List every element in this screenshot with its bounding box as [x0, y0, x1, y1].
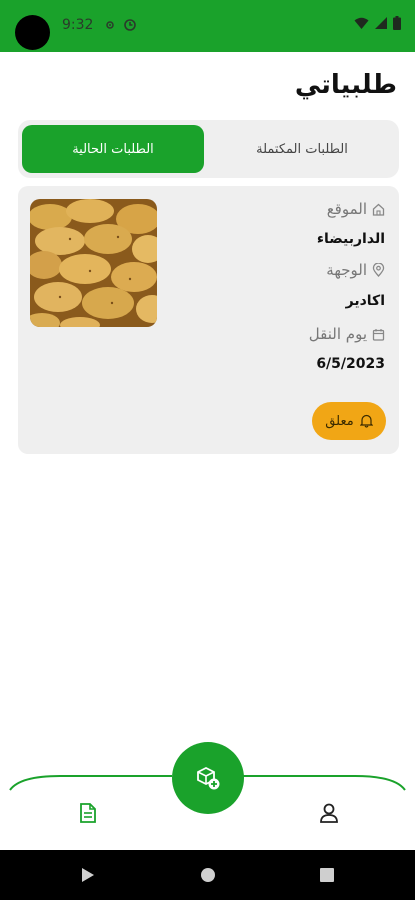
- origin-value: الداربيضاء: [316, 231, 385, 247]
- status-time: 9:32: [62, 17, 94, 33]
- battery-icon: [393, 16, 401, 30]
- recents-icon[interactable]: [320, 868, 334, 882]
- wifi-icon: [354, 17, 369, 29]
- home-icon: [372, 203, 385, 216]
- status-bar: 9:32: [0, 0, 415, 52]
- origin-value-row: الداربيضاء: [317, 231, 385, 247]
- status-text: معلق: [325, 413, 354, 429]
- bell-icon: [359, 414, 373, 428]
- destination-row: الوجهة: [326, 261, 385, 279]
- origin-row: الموقع: [327, 200, 385, 218]
- home-button-icon[interactable]: [201, 868, 215, 882]
- tab-current-orders[interactable]: الطلبات الحالية: [22, 125, 204, 173]
- settings-status-icon: [106, 21, 114, 29]
- document-icon: [80, 803, 96, 823]
- product-image: [30, 199, 157, 327]
- orders-nav-button[interactable]: [75, 800, 101, 826]
- system-nav-bar: [0, 850, 415, 900]
- tab-completed-orders[interactable]: الطلبات المكتملة: [209, 125, 395, 173]
- add-order-button[interactable]: [172, 742, 244, 814]
- status-badge: معلق: [312, 402, 386, 440]
- destination-value-row: اكادير: [346, 293, 385, 309]
- camera-cutout: [15, 15, 50, 50]
- destination-value: اكادير: [345, 293, 385, 309]
- date-label: يوم النقل: [308, 325, 367, 343]
- user-icon: [320, 803, 338, 823]
- profile-nav-button[interactable]: [316, 800, 342, 826]
- data-saver-icon: [124, 19, 136, 31]
- location-pin-icon: [372, 263, 385, 277]
- signal-icon: [375, 17, 387, 29]
- page-title: طلبياتي: [294, 70, 397, 100]
- calendar-icon: [372, 328, 385, 341]
- origin-label: الموقع: [326, 200, 367, 218]
- date-row: يوم النقل: [309, 325, 385, 343]
- date-value: 6/5/2023: [316, 356, 385, 372]
- back-icon[interactable]: [82, 868, 94, 882]
- order-tabs: الطلبات الحالية الطلبات المكتملة: [18, 120, 399, 178]
- order-card[interactable]: الموقع الداربيضاء الوجهة اكادير يوم النق…: [18, 186, 399, 454]
- add-package-icon: [197, 766, 220, 790]
- destination-label: الوجهة: [326, 261, 367, 279]
- date-value-row: 6/5/2023: [316, 356, 385, 372]
